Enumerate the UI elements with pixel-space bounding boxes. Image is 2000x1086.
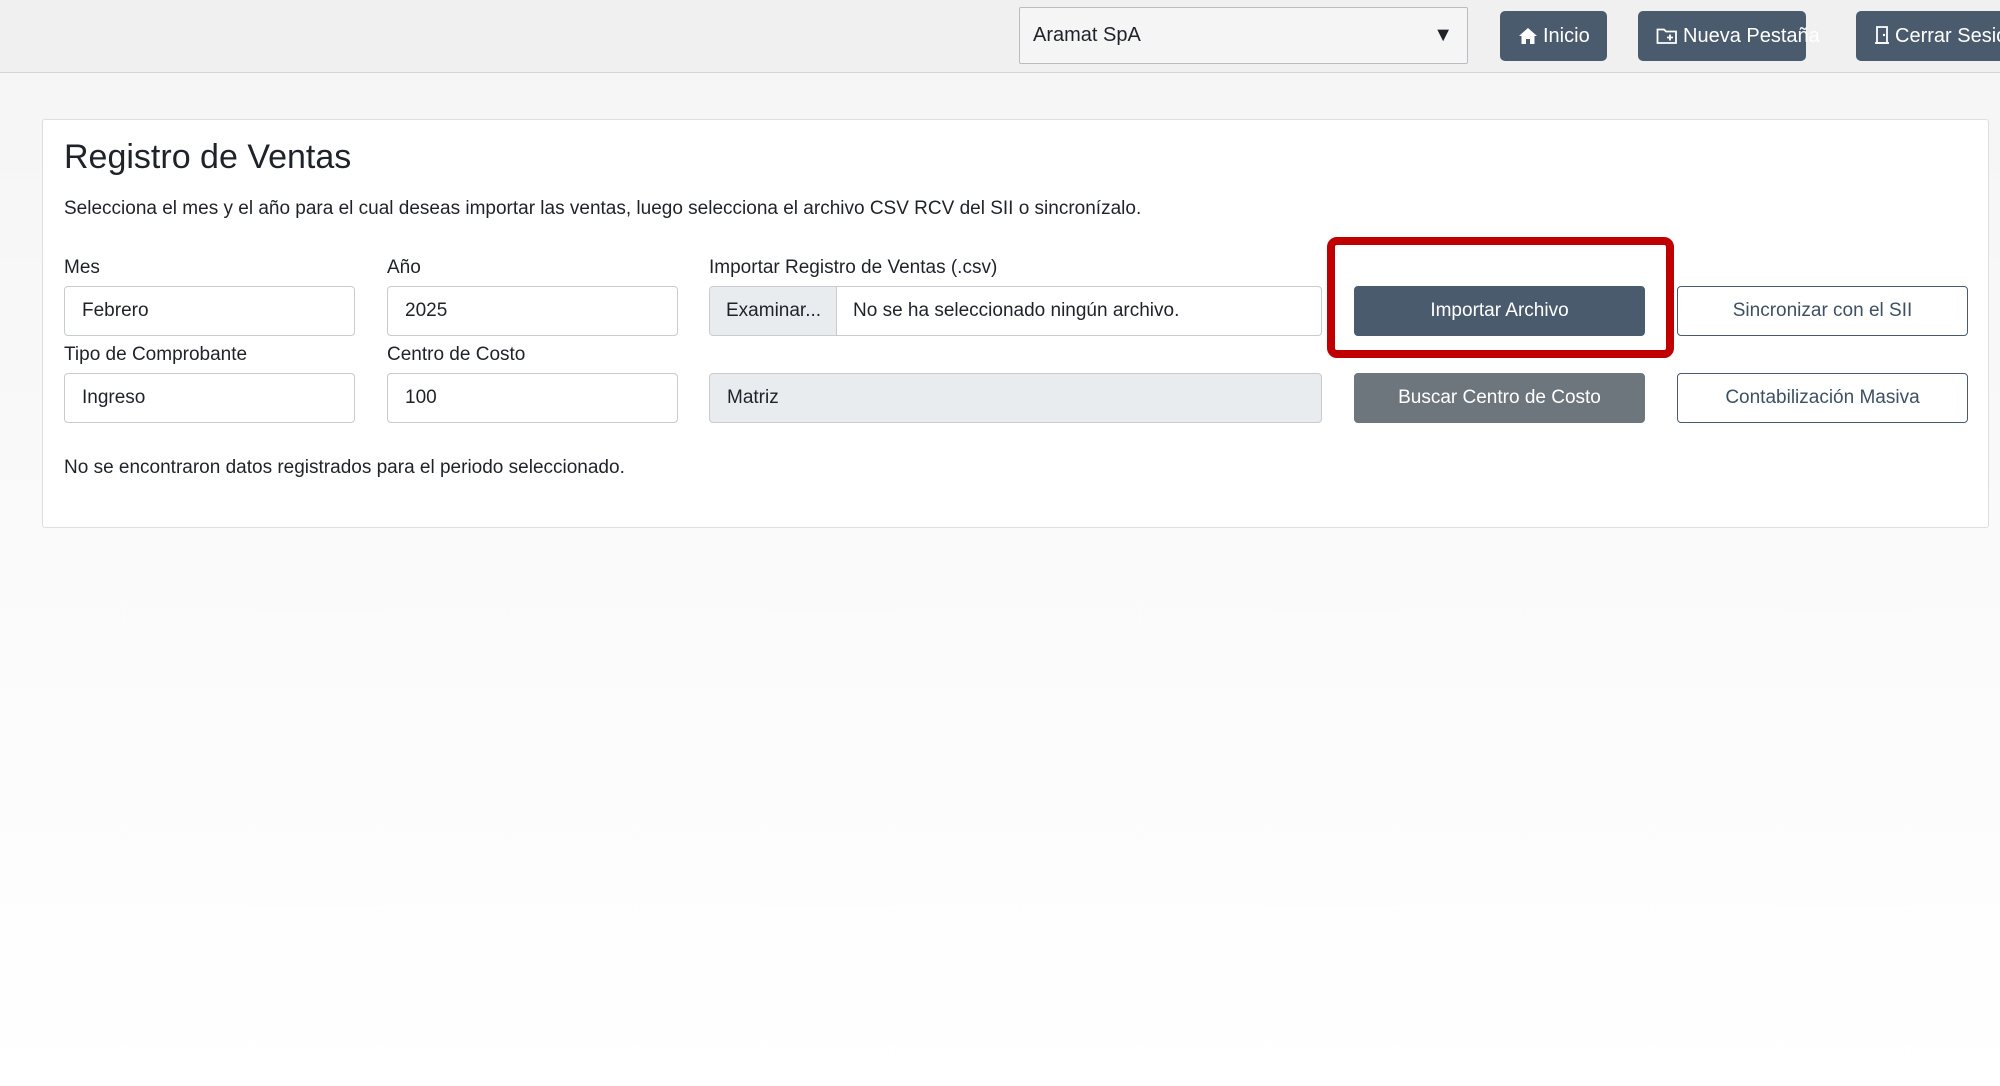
month-field[interactable]: Febrero <box>64 286 355 336</box>
sync-sii-button[interactable]: Sincronizar con el SII <box>1677 286 1968 336</box>
file-import-label: Importar Registro de Ventas (.csv) <box>709 257 998 278</box>
highlight-annotation <box>1327 237 1674 358</box>
search-cost-center-button[interactable]: Buscar Centro de Costo <box>1354 373 1645 423</box>
logout-button-label: Cerrar Sesió <box>1895 25 2000 47</box>
new-tab-button-label: Nueva Pestaña <box>1683 25 1820 47</box>
cost-center-field[interactable]: 100 <box>387 373 678 423</box>
year-field[interactable]: 2025 <box>387 286 678 336</box>
page-title: Registro de Ventas <box>64 138 352 176</box>
home-button[interactable]: Inicio <box>1500 11 1607 61</box>
top-bar: Aramat SpA ▼ Inicio Nueva Pestaña Cerrar… <box>0 0 2000 73</box>
new-tab-button[interactable]: Nueva Pestaña <box>1638 11 1820 61</box>
year-label: Año <box>387 257 421 278</box>
company-select[interactable]: Aramat SpA ▼ <box>1019 7 1468 64</box>
new-folder-icon <box>1656 27 1678 45</box>
company-select-value: Aramat SpA <box>1033 24 1141 46</box>
bulk-accounting-button[interactable]: Contabilización Masiva <box>1677 373 1968 423</box>
cost-center-label: Centro de Costo <box>387 344 526 365</box>
month-label: Mes <box>64 257 100 278</box>
voucher-type-field[interactable]: Ingreso <box>64 373 355 423</box>
logout-button[interactable]: Cerrar Sesió <box>1856 11 2000 61</box>
home-button-label: Inicio <box>1543 25 1590 47</box>
page-instructions: Selecciona el mes y el año para el cual … <box>64 198 1142 219</box>
file-status-text: No se ha seleccionado ningún archivo. <box>853 300 1180 321</box>
home-icon <box>1518 27 1538 45</box>
voucher-type-label: Tipo de Comprobante <box>64 344 248 365</box>
empty-state-message: No se encontraron datos registrados para… <box>64 457 625 478</box>
chevron-down-icon: ▼ <box>1433 24 1453 46</box>
sales-register-card: Registro de Ventas Selecciona el mes y e… <box>42 119 1989 528</box>
cost-center-name-field: Matriz <box>709 373 1322 423</box>
browse-file-button[interactable]: Examinar... <box>710 287 837 335</box>
door-icon <box>1874 25 1890 45</box>
file-input[interactable]: Examinar... No se ha seleccionado ningún… <box>709 286 1322 336</box>
